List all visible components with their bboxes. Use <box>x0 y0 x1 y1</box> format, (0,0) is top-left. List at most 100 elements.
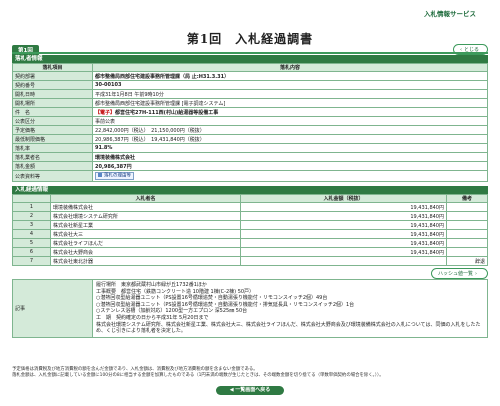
col-header-note: 備考 <box>446 194 488 203</box>
row-value: 【電子】都営住宅27H-111西(村山)給湯器等設備工事 <box>92 107 488 117</box>
table-row: 開札日時 平成31年1月8日 午前9時10分 <box>12 89 488 99</box>
row-label: 開札場所 <box>12 98 93 108</box>
bidder-name: 株式会社東北計器 <box>50 256 241 266</box>
table-row: 4 株式会社大三 19,431,840円 <box>12 229 488 239</box>
remark-line: 履行場所 東京都武蔵村山市緑が丘1732番1ほか <box>96 282 207 288</box>
bidder-name: 株式会社大野商会 <box>50 247 241 257</box>
table-row: 開札場所 都市整備局西部住宅建設事務所管理課 [電子調達システム] <box>12 98 488 108</box>
remarks-table: 記事 履行場所 東京都武蔵村山市緑が丘1732番1ほか 工事概要 都営住宅（鉄筋… <box>12 279 488 338</box>
bid-note <box>446 247 488 257</box>
row-label: 最低制限価格 <box>12 134 93 144</box>
back-to-list-button[interactable]: ◀ 一覧画面へ戻る <box>216 386 284 395</box>
bid-no: 3 <box>12 220 51 230</box>
row-value: 落札の理由等 <box>92 170 488 182</box>
bid-note <box>446 202 488 212</box>
remark-line: 株式会社環境システム研究所、株式会社新星工業、株式会社大三、株式会社ライフほんだ… <box>96 321 481 335</box>
col-header-item: 落札項目 <box>12 63 93 72</box>
col-header-name: 入札者名 <box>50 194 241 203</box>
table-row: 落札率 91.8% <box>12 143 488 153</box>
chevron-right-icon: › <box>475 271 477 277</box>
award-reason-label: 落札の理由等 <box>104 173 131 179</box>
col-header-content: 落札内容 <box>92 63 488 72</box>
bidder-name: 株式会社新星工業 <box>50 220 241 230</box>
table-row: 契約部署 都市整備局西部住宅建設事務所管理課（局 止:H31.3.31） <box>12 71 488 81</box>
result-table: 落札項目 落札内容 契約部署 都市整備局西部住宅建設事務所管理課（局 止:H31… <box>12 63 488 182</box>
row-label: 落札金額 <box>12 161 93 171</box>
table-row: 5 株式会社ライフほんだ 19,431,840円 <box>12 238 488 248</box>
bid-note: 辞退 <box>446 256 488 266</box>
row-label: 落札業者名 <box>12 152 93 162</box>
table-row: 落札業者名 環境装備株式会社 <box>12 152 488 162</box>
bid-amount: 19,431,840円 <box>240 211 447 221</box>
table-row: 落札金額 20,986,387円 <box>12 161 488 171</box>
row-value: 平成31年1月8日 午前9時10分 <box>92 89 488 99</box>
table-row: 公表区分 事前公表 <box>12 116 488 126</box>
row-label: 落札率 <box>12 143 93 153</box>
divider <box>12 52 488 54</box>
footnote: 落札金額は、入札金額に記載している金額に100分の8に相当する金額を加算したもの… <box>12 372 384 378</box>
remark-line: ○潜熱回収型給湯器ユニット（PS設置16号循環追焚・自動湯張り機能付・リモコンス… <box>96 295 328 302</box>
row-label: 公表区分 <box>12 116 93 126</box>
bid-no: 1 <box>12 202 51 212</box>
bidder-name: 株式会社大三 <box>50 229 241 239</box>
row-value: 20,986,387円（税込） 19,431,840円（税抜） <box>92 134 488 144</box>
remark-line: ○ステンレス浴槽（加齢対応）1200型一方エプロン 深525㎜ 50台 <box>96 308 248 315</box>
bid-note <box>446 229 488 239</box>
table-row: 最低制限価格 20,986,387円（税込） 19,431,840円（税抜） <box>12 134 488 144</box>
hash-list-button[interactable]: ハッシュ値一覧 › <box>430 268 488 279</box>
row-label: 予定価格 <box>12 125 93 135</box>
row-value: 22,842,000円（税込） 21,150,000円（税抜） <box>92 125 488 135</box>
row-label: 開札日時 <box>12 89 93 99</box>
hash-list-label: ハッシュ値一覧 <box>437 271 473 277</box>
bid-amount: 19,431,840円 <box>240 238 447 248</box>
table-row: 2 株式会社環境システム研究所 19,431,840円 <box>12 211 488 221</box>
row-label: 契約番号 <box>12 80 93 90</box>
remark-line: 工 期 契約確定の日から平成31年 5月20日まで <box>96 314 209 321</box>
row-value: 30-00103 <box>92 80 488 90</box>
table-row: 7 株式会社東北計器 辞退 <box>12 256 488 266</box>
service-title: 入札情報サービス <box>424 10 476 18</box>
table-row: 契約番号 30-00103 <box>12 80 488 90</box>
bid-amount: 19,431,840円 <box>240 202 447 212</box>
bid-no: 7 <box>12 256 51 266</box>
bidder-name: 環境装備株式会社 <box>50 202 241 212</box>
row-value: 環境装備株式会社 <box>92 152 488 162</box>
bid-no: 5 <box>12 238 51 248</box>
table-row: 予定価格 22,842,000円（税込） 21,150,000円（税抜） <box>12 125 488 135</box>
bid-amount <box>240 256 447 266</box>
back-label: 一覧画面へ戻る <box>235 387 271 393</box>
bidder-name: 株式会社環境システム研究所 <box>50 211 241 221</box>
table-row: 公表資料等 落札の理由等 <box>12 170 488 182</box>
bid-amount: 19,431,840円 <box>240 247 447 257</box>
col-header-no <box>12 194 51 203</box>
bid-no: 4 <box>12 229 51 239</box>
table-row: 6 株式会社大野商会 19,431,840円 <box>12 247 488 257</box>
award-reason-button[interactable]: 落札の理由等 <box>95 171 134 181</box>
table-row: 3 株式会社新星工業 19,431,840円 <box>12 220 488 230</box>
row-label: 公表資料等 <box>12 170 93 182</box>
bid-note <box>446 238 488 248</box>
table-row: 1 環境装備株式会社 19,431,840円 <box>12 202 488 212</box>
project-name: 都営住宅27H-111西(村山)給湯器等設備工事 <box>115 109 219 116</box>
row-value: 事前公表 <box>92 116 488 126</box>
result-section-title: 落札者情報 <box>12 55 488 63</box>
row-label: 契約部署 <box>12 71 93 81</box>
table-row: 件 名 【電子】都営住宅27H-111西(村山)給湯器等設備工事 <box>12 107 488 117</box>
row-value: 都市整備局西部住宅建設事務所管理課 [電子調達システム] <box>92 98 488 108</box>
footnotes: 予定価格は消費税及び地方消費税の額を含んだ金額であり、入札金額は、消費税及び地方… <box>12 367 488 378</box>
row-value: 都市整備局西部住宅建設事務所管理課（局 止:H31.3.31） <box>92 71 488 81</box>
remarks-content: 履行場所 東京都武蔵村山市緑が丘1732番1ほか 工事概要 都営住宅（鉄筋コンク… <box>92 279 488 338</box>
electronic-tag: 【電子】 <box>95 109 116 116</box>
bids-section-title: 入札経過情報 <box>12 186 488 194</box>
row-label: 件 名 <box>12 107 93 117</box>
page-title: 第1回 入札経過調書 <box>186 32 314 46</box>
bid-no: 2 <box>12 211 51 221</box>
bid-amount: 19,431,840円 <box>240 229 447 239</box>
bid-note <box>446 220 488 230</box>
bidder-name: 株式会社ライフほんだ <box>50 238 241 248</box>
bid-note <box>446 211 488 221</box>
col-header-amount: 入札金額（税抜） <box>240 194 447 203</box>
row-value: 91.8% <box>92 143 488 153</box>
bid-no: 6 <box>12 247 51 257</box>
row-value: 20,986,387円 <box>92 161 488 171</box>
